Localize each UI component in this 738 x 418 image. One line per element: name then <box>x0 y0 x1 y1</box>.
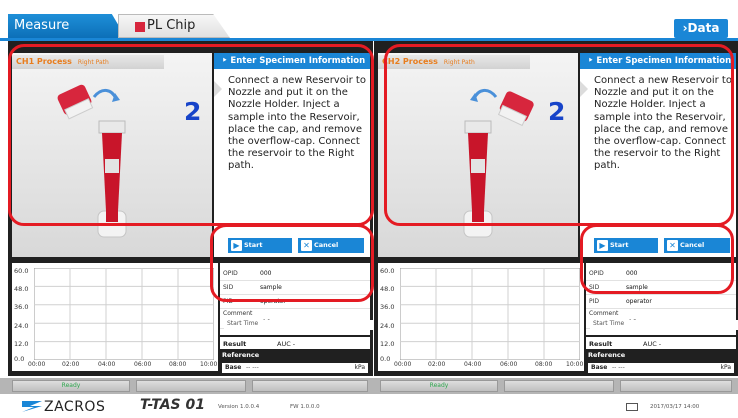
x-tick: 00:00 <box>394 361 412 368</box>
footer: ZACROS T-TAS 01 Version 1.0.0.4 FW 1.0.0… <box>0 394 738 418</box>
result-row: Result AUC - <box>586 337 736 349</box>
y-tick: 24.0 <box>380 322 395 330</box>
graph-grid <box>34 268 214 360</box>
datetime-label: 2017/03/17 14:00 <box>650 404 700 410</box>
product-logo: T-TAS 01 <box>140 397 205 413</box>
y-tick: 48.0 <box>14 285 29 293</box>
pressure-graph: 60.0 48.0 36.0 24.0 12.0 0.0 00:00 02:00… <box>12 263 218 371</box>
y-tick: 0.0 <box>380 355 391 363</box>
y-tick: 24.0 <box>14 322 29 330</box>
status-cell <box>620 380 732 392</box>
status-cell: Ready <box>380 380 498 392</box>
status-bar: Ready Ready <box>0 378 738 394</box>
tab-measure-label: Measure <box>14 18 70 33</box>
zacros-logo-icon <box>22 401 42 412</box>
highlight-ring <box>384 44 734 226</box>
x-tick: 08:00 <box>535 361 553 368</box>
x-tick: 06:00 <box>134 361 152 368</box>
highlight-ring <box>8 44 374 226</box>
reference-box: Reference Base -- --- kPa <box>220 349 370 375</box>
x-tick: 10:00 <box>566 361 584 368</box>
pl-chip-color-icon <box>135 22 145 32</box>
tab-measure[interactable]: Measure <box>8 14 126 38</box>
tab-pl-chip[interactable]: PL Chip <box>118 14 230 38</box>
y-tick: 0.0 <box>14 355 25 363</box>
x-tick: 06:00 <box>500 361 518 368</box>
status-cell: Ready <box>12 380 130 392</box>
x-tick: 08:00 <box>169 361 187 368</box>
reference-bar: Base -- --- kPa <box>222 363 368 373</box>
y-tick: 60.0 <box>380 267 395 275</box>
y-tick: 36.0 <box>380 303 395 311</box>
status-cell <box>136 380 246 392</box>
x-tick: 10:00 <box>200 361 218 368</box>
brand-name: ZACROS <box>44 399 106 415</box>
y-tick: 12.0 <box>14 340 29 348</box>
x-tick: 04:00 <box>464 361 482 368</box>
pressure-graph: 60.0 48.0 36.0 24.0 12.0 0.0 00:00 02:00… <box>378 263 584 371</box>
y-tick: 36.0 <box>14 303 29 311</box>
start-time-row <box>220 338 370 348</box>
status-cell <box>252 380 368 392</box>
highlight-ring <box>210 224 374 302</box>
meta-row: PID operator <box>586 295 736 309</box>
keyboard-icon[interactable] <box>626 403 638 411</box>
reference-box: Reference Base -- --- kPa <box>586 349 736 375</box>
version-label: Version 1.0.0.4 <box>218 404 260 410</box>
x-tick: 00:00 <box>28 361 46 368</box>
y-tick: 48.0 <box>380 285 395 293</box>
tab-pl-chip-label: PL Chip <box>147 18 196 33</box>
graph-grid <box>400 268 580 360</box>
x-tick: 04:00 <box>98 361 116 368</box>
status-cell <box>504 380 614 392</box>
start-time-label: Start Time <box>590 320 738 330</box>
start-time-label: Start Time <box>224 320 374 330</box>
data-button[interactable]: ›Data <box>674 19 728 38</box>
y-tick: 60.0 <box>14 267 29 275</box>
firmware-label: FW 1.0.0.0 <box>290 404 320 410</box>
x-tick: 02:00 <box>428 361 446 368</box>
reference-bar: Base -- --- kPa <box>588 363 734 373</box>
x-tick: 02:00 <box>62 361 80 368</box>
y-tick: 12.0 <box>380 340 395 348</box>
highlight-ring <box>580 224 734 294</box>
